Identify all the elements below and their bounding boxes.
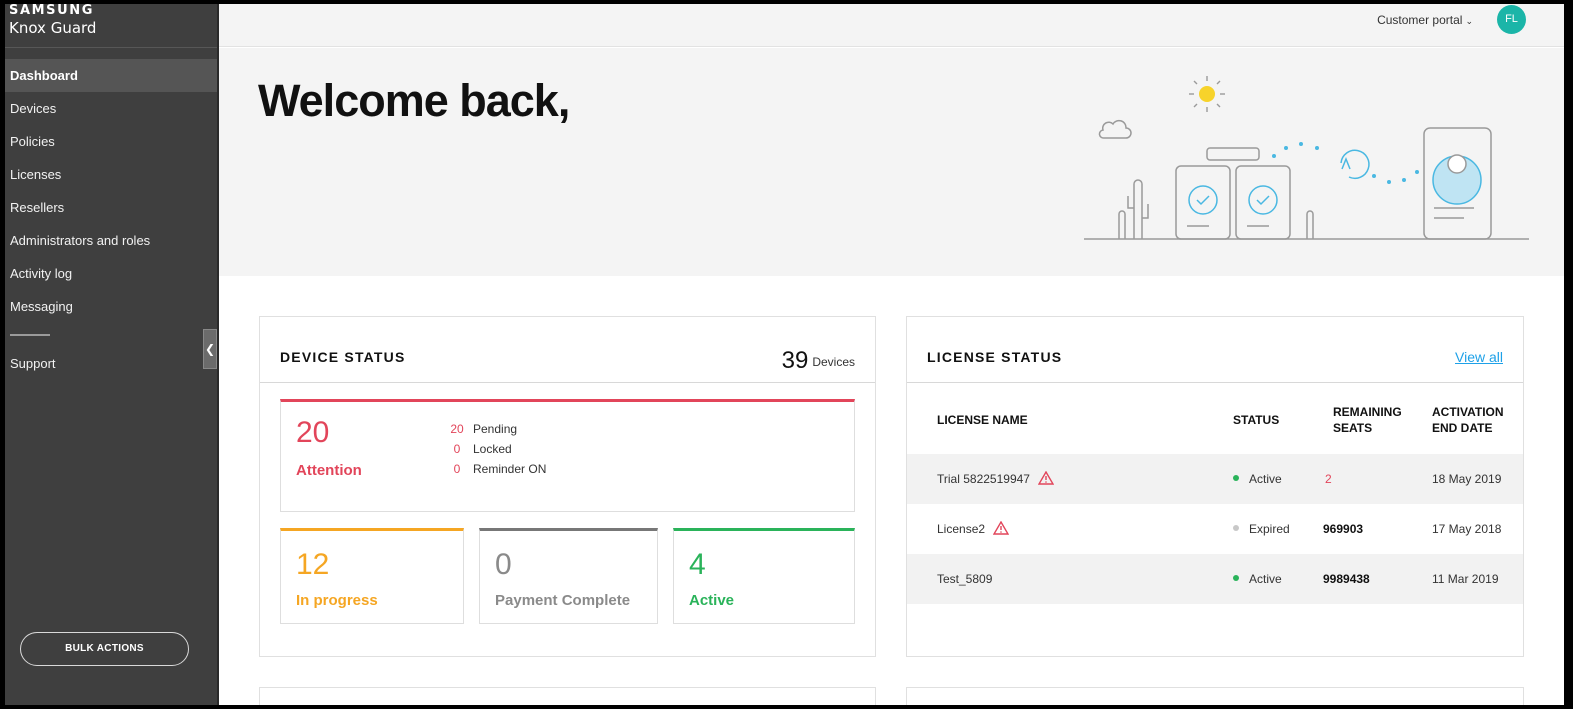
status-text: Expired — [1249, 522, 1290, 536]
status-dot-icon — [1233, 475, 1239, 481]
end-date-cell: 18 May 2019 — [1432, 472, 1502, 486]
customer-portal-dropdown[interactable]: Customer portal ⌄ — [1377, 12, 1473, 29]
top-bar: Customer portal ⌄ FL — [219, 4, 1564, 47]
attention-row-pending[interactable]: 20 Pending — [443, 419, 546, 439]
pending-label: Pending — [473, 422, 518, 436]
status-cell: Active — [1233, 471, 1282, 487]
device-count-value: 39 — [781, 347, 809, 374]
attention-row-locked[interactable]: 0 Locked — [443, 439, 546, 459]
chevron-down-icon: ⌄ — [1465, 16, 1473, 26]
attention-label: Attention — [296, 462, 362, 479]
attention-value: 20 — [296, 416, 330, 449]
status-cell: Expired — [1233, 521, 1290, 537]
in-progress-label: In progress — [296, 592, 378, 609]
license-name: Test_5809 — [937, 572, 993, 586]
brand-company: SAMSUNG — [9, 4, 95, 18]
payment-complete-value: 0 — [495, 548, 512, 581]
brand-product: Knox Guard — [9, 19, 97, 37]
sun-icon — [1189, 76, 1225, 112]
active-label: Active — [689, 592, 735, 609]
page-title: Welcome back, — [258, 75, 570, 126]
status-cell: Active — [1233, 571, 1282, 587]
devices-illustration — [1084, 76, 1529, 240]
seats-cell: 2 — [1325, 472, 1332, 486]
welcome-banner: Welcome back, — [219, 48, 1564, 276]
warning-icon — [993, 521, 1010, 535]
reminder-label: Reminder ON — [473, 462, 547, 476]
pending-value: 20 — [450, 422, 464, 436]
chevron-left-icon: ❮ — [204, 342, 216, 356]
device-count-unit: Devices — [812, 355, 855, 369]
license-status-card: LICENSE STATUS View all LICENSE NAME STA… — [906, 316, 1524, 657]
license-name-cell: Test_5809 — [937, 571, 992, 587]
column-remaining-line2: SEATS — [1333, 421, 1373, 435]
device-status-title: DEVICE STATUS — [280, 349, 406, 365]
sidebar-item-licenses[interactable]: Licenses — [5, 158, 217, 191]
next-card-placeholder — [259, 687, 876, 705]
sidebar-item-dashboard[interactable]: Dashboard — [5, 59, 217, 92]
column-end-line2: END DATE — [1432, 421, 1493, 435]
attention-breakdown: 20 Pending 0 Locked 0 Reminder ON — [443, 419, 546, 479]
sidebar: SAMSUNG Knox Guard Dashboard Devices Pol… — [5, 4, 217, 705]
license-name: Trial 5822519947 — [937, 472, 1030, 486]
sidebar-item-administrators[interactable]: Administrators and roles — [5, 224, 217, 257]
attention-tile[interactable]: 20 Attention 20 Pending 0 Locked 0 Reminder… — [280, 399, 855, 512]
sidebar-item-support[interactable]: Support — [5, 347, 217, 380]
view-all-link[interactable]: View all — [1455, 349, 1503, 365]
seats-cell: 969903 — [1323, 522, 1364, 536]
avatar[interactable]: FL — [1497, 5, 1526, 34]
nav-divider — [10, 334, 50, 336]
column-license-name[interactable]: LICENSE NAME — [937, 412, 1028, 428]
locked-value: 0 — [453, 442, 461, 456]
reminder-value: 0 — [453, 462, 461, 476]
card-divider — [260, 382, 875, 383]
customer-portal-label: Customer portal — [1377, 13, 1463, 27]
column-status[interactable]: STATUS — [1233, 412, 1279, 428]
sidebar-item-resellers[interactable]: Resellers — [5, 191, 217, 224]
payment-complete-label: Payment Complete — [495, 592, 631, 609]
device-count: 39 Devices — [782, 347, 855, 375]
table-row[interactable]: License2 Expired 969903 17 May 2018 — [907, 504, 1523, 554]
license-name-cell: Trial 5822519947 — [937, 471, 1054, 487]
status-dot-icon — [1233, 525, 1239, 531]
attention-row-reminder[interactable]: 0 Reminder ON — [443, 459, 547, 479]
column-remaining-seats[interactable]: REMAINING SEATS — [1333, 404, 1402, 436]
brand-divider — [5, 47, 217, 48]
app-window: SAMSUNG Knox Guard Dashboard Devices Pol… — [5, 4, 1564, 705]
next-card-placeholder — [906, 687, 1524, 705]
payment-complete-tile[interactable]: 0 Payment Complete — [479, 528, 658, 624]
sidebar-item-activity-log[interactable]: Activity log — [5, 257, 217, 290]
license-name-cell: License2 — [937, 521, 1010, 537]
sidebar-item-policies[interactable]: Policies — [5, 125, 217, 158]
seats-cell: 9989438 — [1323, 572, 1370, 586]
locked-label: Locked — [473, 442, 512, 456]
brand-logo[interactable]: SAMSUNG Knox Guard — [9, 4, 96, 38]
end-date-cell: 17 May 2018 — [1432, 522, 1502, 536]
active-tile[interactable]: 4 Active — [673, 528, 855, 624]
license-table-header: LICENSE NAME STATUS REMAINING SEATS ACTI… — [907, 383, 1523, 453]
bulk-actions-button[interactable]: BULK ACTIONS — [20, 632, 189, 666]
status-text: Active — [1249, 572, 1282, 586]
warning-icon — [1037, 471, 1054, 485]
sidebar-item-messaging[interactable]: Messaging — [5, 290, 217, 323]
license-status-title: LICENSE STATUS — [927, 349, 1063, 365]
device-status-card: DEVICE STATUS 39 Devices 20 Attention 20 P… — [259, 316, 876, 657]
table-row[interactable]: Trial 5822519947 Active 2 18 May 2019 — [907, 454, 1523, 504]
column-activation-end-date[interactable]: ACTIVATION END DATE — [1432, 404, 1504, 436]
sidebar-nav: Dashboard Devices Policies Licenses Rese… — [5, 59, 217, 380]
status-text: Active — [1249, 472, 1282, 486]
column-remaining-line1: REMAINING — [1333, 405, 1402, 419]
table-row[interactable]: Test_5809 Active 9989438 11 Mar 2019 — [907, 554, 1523, 604]
active-value: 4 — [689, 548, 706, 581]
column-end-line1: ACTIVATION — [1432, 405, 1504, 419]
in-progress-value: 12 — [296, 548, 330, 581]
end-date-cell: 11 Mar 2019 — [1432, 572, 1499, 586]
license-name: License2 — [937, 522, 986, 536]
sidebar-item-devices[interactable]: Devices — [5, 92, 217, 125]
status-dot-icon — [1233, 575, 1239, 581]
collapse-sidebar-button[interactable]: ❮ — [203, 329, 217, 369]
in-progress-tile[interactable]: 12 In progress — [280, 528, 464, 624]
